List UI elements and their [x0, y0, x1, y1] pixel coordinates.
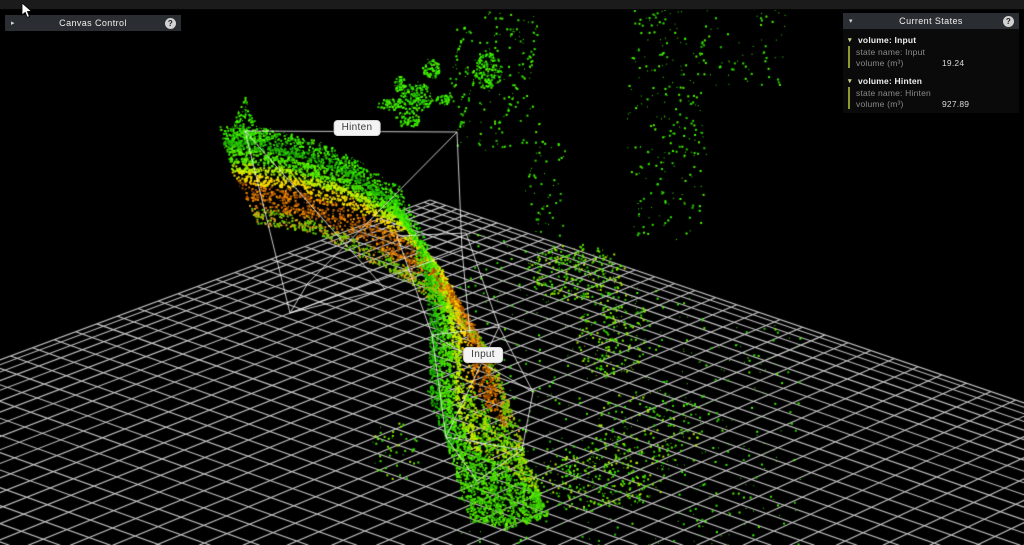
canvas-control-panel: ▸ Canvas Control ? — [5, 15, 181, 31]
collapse-arrow-icon[interactable]: ▾ — [843, 17, 859, 25]
state-group-input: ▾ volume: Input state name: Input volume… — [843, 34, 1019, 68]
row-label: state name: Hinten — [856, 88, 942, 98]
chevron-down-icon: ▾ — [848, 36, 854, 44]
state-group-title[interactable]: ▾ volume: Input — [843, 34, 1019, 46]
state-group-hinten: ▾ volume: Hinten state name: Hinten volu… — [843, 75, 1019, 109]
canvas-control-title: Canvas Control — [21, 18, 165, 28]
state-name-row: state name: Hinten — [850, 87, 1019, 98]
state-group-title[interactable]: ▾ volume: Hinten — [843, 75, 1019, 87]
current-states-title: Current States — [859, 16, 1003, 26]
volume-label-hinten[interactable]: Hinten — [334, 120, 381, 136]
row-label: volume (m³) — [856, 58, 942, 68]
state-group-name: volume: Hinten — [858, 76, 922, 86]
state-group-name: volume: Input — [858, 35, 916, 45]
row-label: state name: Input — [856, 47, 942, 57]
help-icon[interactable]: ? — [165, 18, 176, 29]
state-group-rows: state name: Input volume (m³) 19.24 — [848, 46, 1019, 68]
app-window: Hinten Input ▸ Canvas Control ? ▾ Curren… — [0, 0, 1024, 545]
help-icon[interactable]: ? — [1003, 16, 1014, 27]
volume-row: volume (m³) 927.89 — [850, 98, 1019, 109]
top-bar — [0, 0, 1024, 10]
state-group-rows: state name: Hinten volume (m³) 927.89 — [848, 87, 1019, 109]
row-value: 19.24 — [942, 58, 964, 68]
volume-row: volume (m³) 19.24 — [850, 57, 1019, 68]
row-value: 927.89 — [942, 99, 969, 109]
collapse-arrow-icon[interactable]: ▸ — [5, 19, 21, 27]
current-states-panel: ▾ Current States ? ▾ volume: Input state… — [843, 13, 1019, 113]
chevron-down-icon: ▾ — [848, 77, 854, 85]
current-states-header[interactable]: ▾ Current States ? — [843, 13, 1019, 29]
state-name-row: state name: Input — [850, 46, 1019, 57]
current-states-body: ▾ volume: Input state name: Input volume… — [843, 29, 1019, 113]
canvas-control-header[interactable]: ▸ Canvas Control ? — [5, 15, 181, 31]
row-label: volume (m³) — [856, 99, 942, 109]
volume-label-input[interactable]: Input — [463, 347, 503, 363]
